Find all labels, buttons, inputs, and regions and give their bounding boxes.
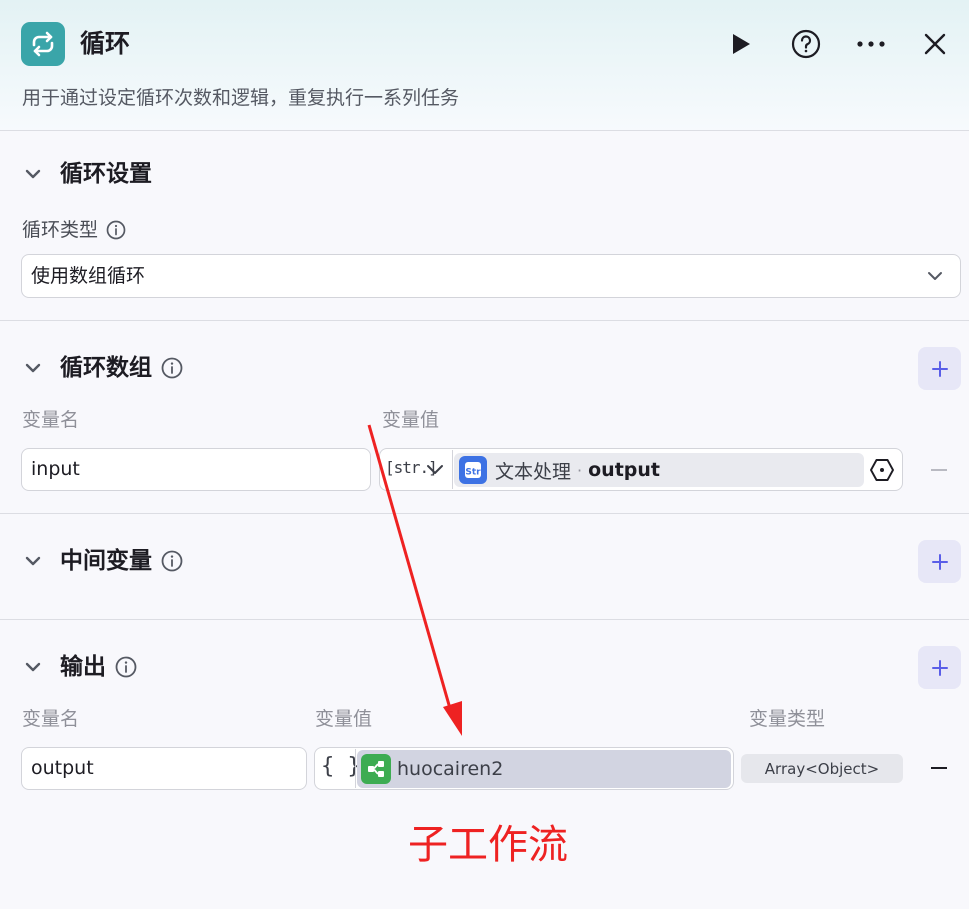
variable-reference-chip[interactable]: huocairen2	[357, 750, 731, 788]
chevron-down-icon	[22, 357, 44, 379]
col-header-value: 变量值	[382, 409, 440, 431]
add-intermediate-button[interactable]	[918, 540, 961, 583]
loop-type-label: 循环类型	[22, 216, 128, 244]
close-button[interactable]	[918, 27, 952, 61]
info-icon[interactable]	[104, 218, 128, 242]
info-icon[interactable]	[114, 655, 138, 679]
chevron-down-icon	[22, 163, 44, 185]
loop-node-icon	[21, 22, 65, 66]
col-header-name: 变量名	[22, 708, 80, 730]
variable-type-badge: Array<Object>	[741, 754, 903, 783]
node-description: 用于通过设定循环次数和逻辑，重复执行一系列任务	[22, 87, 460, 109]
separator	[452, 450, 453, 489]
run-button[interactable]	[724, 27, 758, 61]
variable-reference-chip[interactable]: Str 文本处理 · output	[454, 453, 864, 487]
output-name-input[interactable]: output	[21, 747, 307, 790]
variable-hex-icon[interactable]	[869, 457, 895, 483]
loop-array-name-input[interactable]: input	[21, 448, 371, 491]
section-title: 循环数组	[60, 355, 152, 381]
divider	[0, 320, 969, 321]
ref-node-name: 文本处理	[495, 460, 572, 483]
divider	[0, 619, 969, 620]
section-title: 中间变量	[60, 548, 152, 574]
chevron-down-icon	[22, 656, 44, 678]
separator	[355, 749, 356, 788]
section-title: 循环设置	[60, 161, 152, 187]
loop-type-label-text: 循环类型	[22, 219, 99, 241]
add-output-button[interactable]	[918, 646, 961, 689]
loop-array-value-ref[interactable]: [str.] Str 文本处理 · output	[379, 448, 903, 491]
loop-type-select[interactable]: 使用数组循环	[21, 254, 961, 298]
divider	[0, 513, 969, 514]
ref-node-name: huocairen2	[397, 758, 504, 780]
col-header-type: 变量类型	[749, 708, 826, 730]
question-icon	[791, 29, 821, 59]
plus-icon	[931, 553, 948, 570]
text-process-icon: Str	[459, 456, 487, 484]
add-loop-array-button[interactable]	[918, 347, 961, 390]
svg-text:Str: Str	[465, 468, 481, 478]
section-header-loop-settings[interactable]: 循环设置	[22, 158, 152, 190]
plus-icon	[931, 659, 948, 676]
minus-icon	[931, 767, 947, 769]
chevron-down-icon	[22, 550, 44, 572]
chevron-down-icon	[928, 272, 942, 280]
info-icon[interactable]	[160, 549, 184, 573]
section-header-intermediate[interactable]: 中间变量	[22, 545, 184, 577]
output-value-ref[interactable]: { } huocairen2	[314, 747, 734, 790]
annotation-text: 子工作流	[408, 822, 568, 868]
more-button[interactable]	[854, 27, 888, 61]
chevron-down-icon[interactable]	[426, 463, 444, 477]
section-header-loop-array[interactable]: 循环数组	[22, 352, 184, 384]
remove-output-row-button[interactable]	[929, 758, 949, 778]
help-button[interactable]	[789, 27, 823, 61]
remove-row-button[interactable]	[929, 460, 949, 480]
info-icon[interactable]	[160, 356, 184, 380]
ref-field-name: output	[588, 459, 660, 481]
workflow-icon	[361, 754, 391, 784]
close-icon	[924, 33, 946, 55]
ref-separator: ·	[577, 460, 583, 480]
plus-icon	[931, 360, 948, 377]
col-header-value: 变量值	[315, 708, 373, 730]
minus-icon	[931, 469, 947, 471]
play-icon	[733, 34, 750, 54]
section-header-output[interactable]: 输出	[22, 651, 138, 683]
node-title: 循环	[80, 29, 131, 58]
loop-type-value: 使用数组循环	[31, 265, 146, 287]
node-header: 循环 用于通过设定循环次数和逻辑，重复执行一系列任务	[0, 0, 969, 131]
more-icon	[857, 41, 885, 47]
section-title: 输出	[60, 654, 106, 680]
col-header-name: 变量名	[22, 409, 80, 431]
